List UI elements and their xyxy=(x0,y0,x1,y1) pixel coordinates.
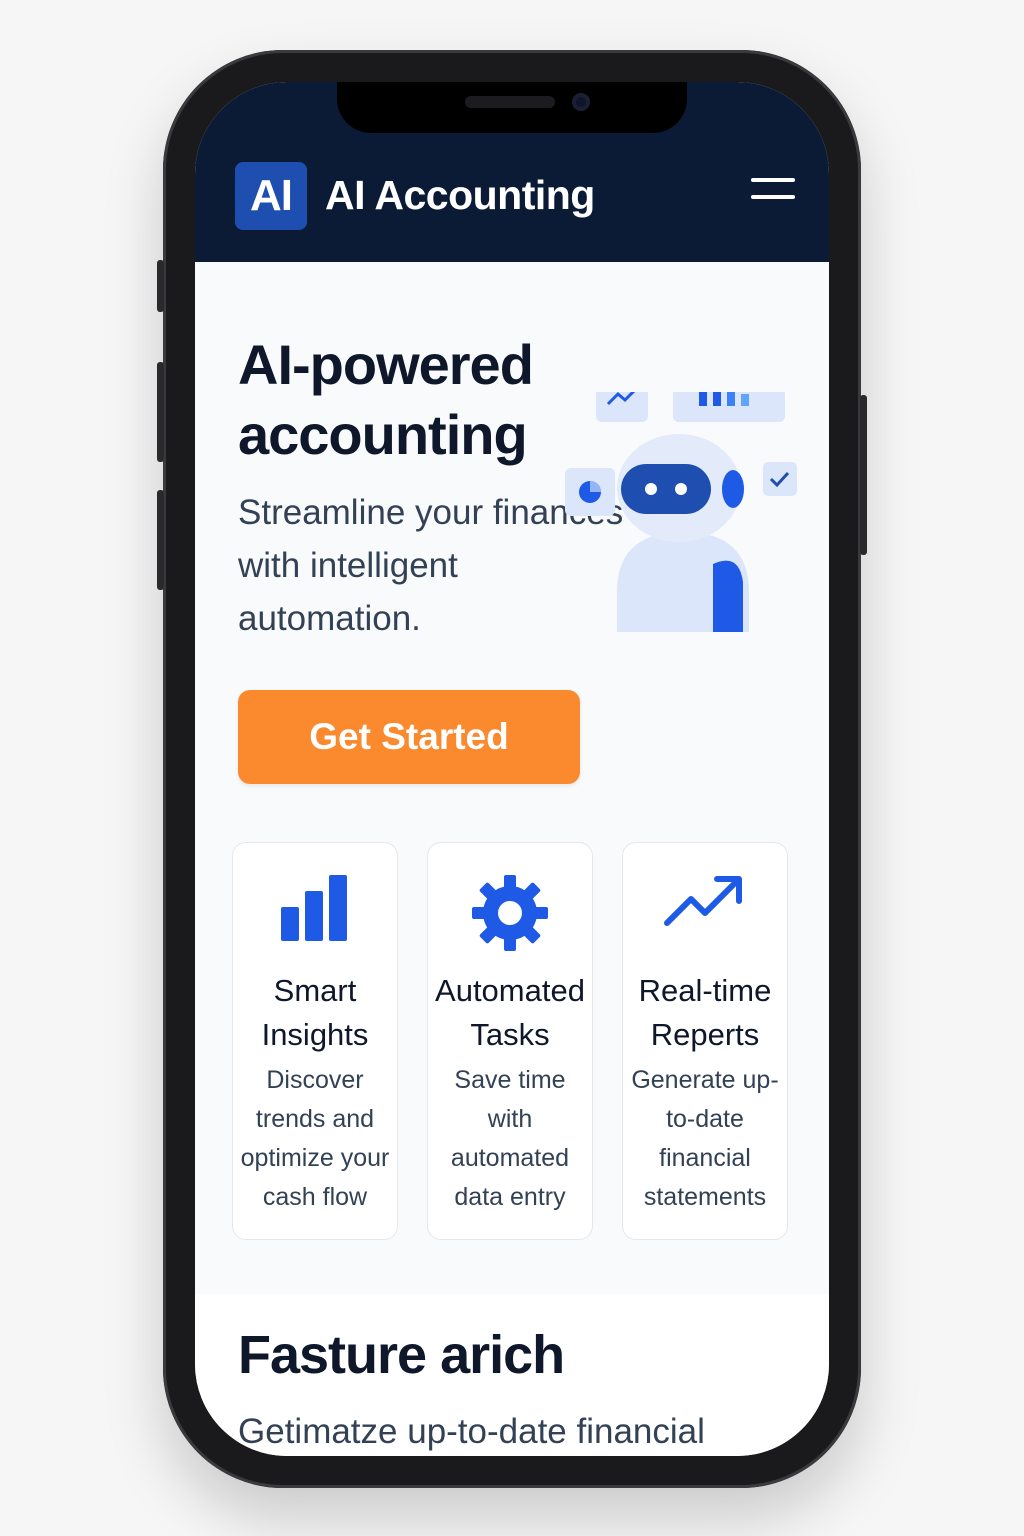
feature-description: Save time with automated data entry xyxy=(450,1066,570,1211)
camera xyxy=(572,93,590,111)
feature-card-real-time-reports[interactable]: Real-time Reperts Generate up-to-date fi… xyxy=(622,842,788,1240)
feature-title: Smart Insights xyxy=(261,973,369,1052)
feature-cards: Smart Insights Discover trends and optim… xyxy=(232,842,792,1240)
feature-description: Generate up-to-date financial statements xyxy=(631,1066,779,1211)
main-content: AI-powered accounting Streamline your fi… xyxy=(195,262,829,1456)
power-button xyxy=(860,395,867,555)
features-section: Fasture arich Getimatze up-to-date finan… xyxy=(195,1294,829,1456)
feature-card-automated-tasks[interactable]: Automated Tasks Save time with automated… xyxy=(427,842,593,1240)
hero-title: AI-powered accounting xyxy=(238,333,534,466)
feature-card-smart-insights[interactable]: Smart Insights Discover trends and optim… xyxy=(232,842,398,1240)
speaker xyxy=(465,96,555,108)
bar-chart-icon xyxy=(233,873,397,953)
feature-title: Automated Tasks xyxy=(435,973,585,1052)
notch xyxy=(337,82,687,133)
feature-description: Discover trends and optimize your cash f… xyxy=(240,1066,390,1211)
robot-illustration xyxy=(563,354,803,632)
phone-frame: AI AI Accounting AI-powered accounting S… xyxy=(157,50,867,1488)
trending-up-icon xyxy=(623,873,787,953)
section-title: Fasture arich xyxy=(238,1325,565,1385)
gear-icon xyxy=(428,873,592,953)
app-title: AI Accounting xyxy=(325,172,595,218)
app-logo[interactable]: AI xyxy=(235,162,307,230)
mute-switch xyxy=(157,260,164,312)
get-started-button[interactable]: Get Started xyxy=(238,690,580,784)
hamburger-menu-icon[interactable] xyxy=(751,178,795,208)
section-subtitle: Getimatze up-to-date financial xyxy=(238,1412,705,1451)
feature-title: Real-time Reperts xyxy=(638,973,772,1052)
volume-down-button xyxy=(157,490,164,590)
check-chip-icon xyxy=(763,462,797,496)
screen: AI AI Accounting AI-powered accounting S… xyxy=(195,82,829,1456)
volume-up-button xyxy=(157,362,164,462)
